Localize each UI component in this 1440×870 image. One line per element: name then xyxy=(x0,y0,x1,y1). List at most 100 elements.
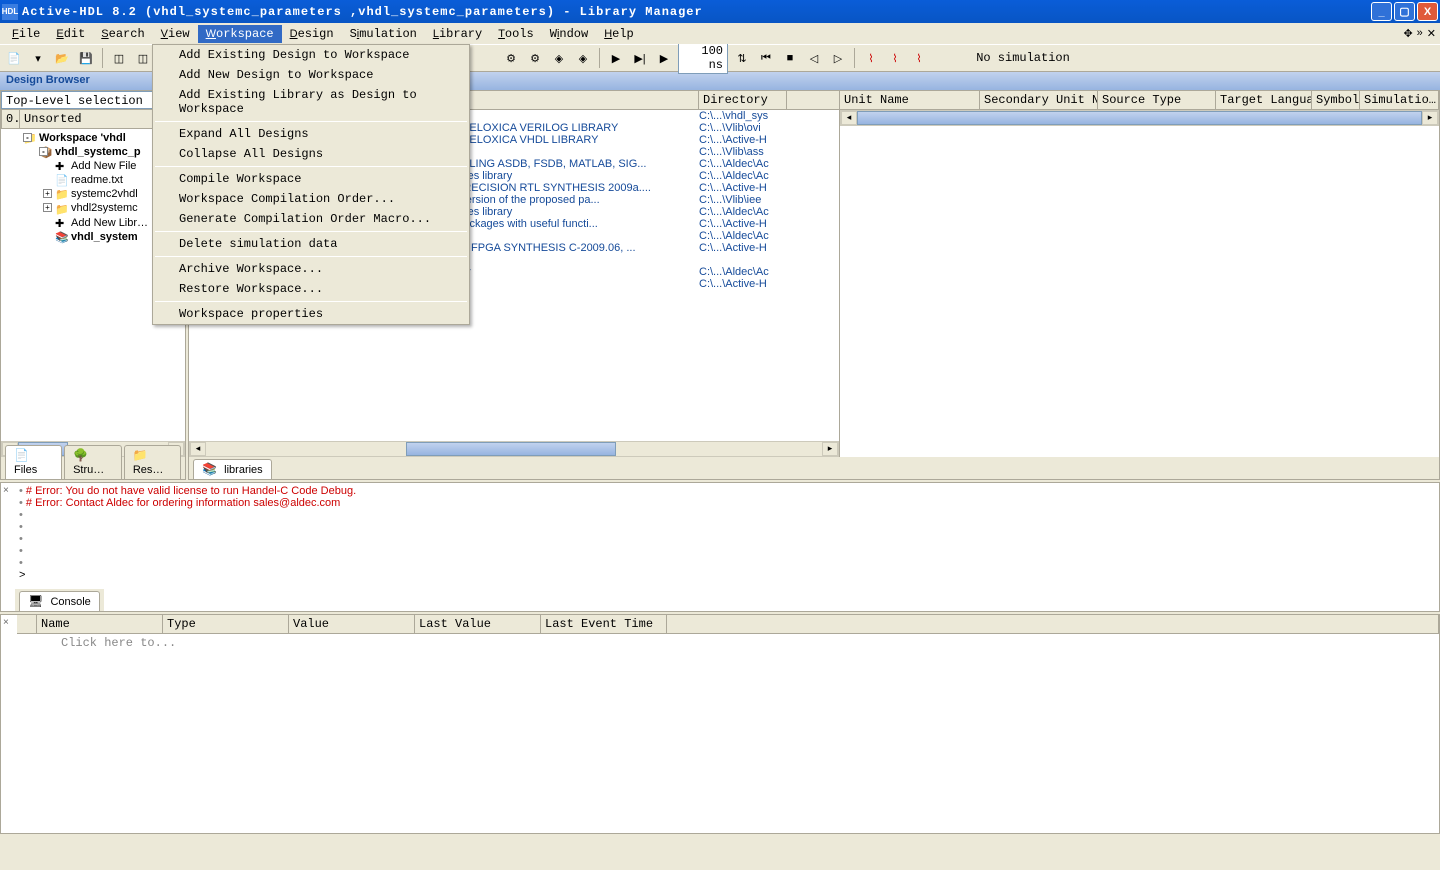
library-header-right: Unit Name Secondary Unit Name Source Typ… xyxy=(840,91,1439,110)
menu-library[interactable]: Library xyxy=(425,25,490,43)
menu-view[interactable]: View xyxy=(153,25,198,43)
dd-collapse-all[interactable]: Collapse All Designs xyxy=(153,144,469,164)
dd-restore-workspace[interactable]: Restore Workspace... xyxy=(153,279,469,299)
menu-design[interactable]: Design xyxy=(282,25,342,43)
lib-directory: C:\...\Active-H xyxy=(699,182,787,194)
col-source-type[interactable]: Source Type xyxy=(1098,91,1216,109)
col-unit-name[interactable]: Unit Name xyxy=(840,91,980,109)
scroll-thumb[interactable] xyxy=(857,111,1422,125)
hierarchy-icon[interactable]: ◈ xyxy=(549,48,569,68)
watch-col-blank[interactable] xyxy=(17,615,37,633)
copy-icon[interactable]: ◫ xyxy=(109,48,129,68)
hierarchy2-icon[interactable]: ◈ xyxy=(573,48,593,68)
menu-help[interactable]: Help xyxy=(596,25,642,43)
step-forward-icon[interactable]: ▷ xyxy=(828,48,848,68)
sort-index[interactable]: 0. xyxy=(2,110,20,128)
console-panel: Console × • # Error: You do not have val… xyxy=(0,482,1440,612)
open-icon[interactable]: 📂 xyxy=(52,48,72,68)
restart-icon[interactable]: ⏮ xyxy=(756,48,776,68)
watch-col-value[interactable]: Value xyxy=(289,615,415,633)
tab-files[interactable]: 📄 Files xyxy=(5,445,62,479)
dd-expand-all[interactable]: Expand All Designs xyxy=(153,124,469,144)
lib-h-scrollbar[interactable]: ◂ ▸ xyxy=(189,441,839,457)
scroll-left-icon[interactable]: ◂ xyxy=(190,442,206,456)
expand-icon[interactable]: - xyxy=(39,147,48,156)
maximize-button[interactable]: ▢ xyxy=(1394,2,1415,21)
tab-console[interactable]: 🖥 Console xyxy=(19,591,100,611)
wave-icon[interactable]: ⌇ xyxy=(861,48,881,68)
wave2-icon[interactable]: ⌇ xyxy=(885,48,905,68)
col-target-lang[interactable]: Target Language xyxy=(1216,91,1312,109)
compile-icon[interactable]: ⚙ xyxy=(501,48,521,68)
menu-window[interactable]: Window xyxy=(542,25,596,43)
time-input[interactable]: 100 ns xyxy=(678,42,728,74)
col-directory[interactable]: Directory xyxy=(699,91,787,109)
close-button[interactable]: X xyxy=(1417,2,1438,21)
scroll-left-icon[interactable]: ◂ xyxy=(841,111,857,125)
expand-icon[interactable]: - xyxy=(23,133,32,142)
col-secondary-unit[interactable]: Secondary Unit Name xyxy=(980,91,1098,109)
window-title: Active-HDL 8.2 (vhdl_systemc_parameters … xyxy=(22,5,1371,19)
watch-col-last-event[interactable]: Last Event Time xyxy=(541,615,667,633)
dd-compilation-order[interactable]: Workspace Compilation Order... xyxy=(153,189,469,209)
lib-directory: C:\...\vhdl_sys xyxy=(699,110,787,122)
step-back-icon[interactable]: ◁ xyxy=(804,48,824,68)
chevron-down-icon[interactable]: ▾ xyxy=(28,48,48,68)
scroll-track[interactable] xyxy=(616,442,822,456)
dd-add-existing-design[interactable]: Add Existing Design to Workspace xyxy=(153,45,469,65)
console-line: # Error: Contact Aldec for ordering info… xyxy=(26,497,340,509)
menu-simulation[interactable]: Simulation xyxy=(342,25,425,43)
mdi-close-icon[interactable]: ✕ xyxy=(1427,27,1436,40)
paste-icon[interactable]: ◫ xyxy=(133,48,153,68)
scroll-track[interactable] xyxy=(206,442,406,456)
menu-edit[interactable]: Edit xyxy=(48,25,93,43)
txt-icon: 📄 xyxy=(55,174,69,186)
dd-add-new-design[interactable]: Add New Design to Workspace xyxy=(153,65,469,85)
dd-generate-order-macro[interactable]: Generate Compilation Order Macro... xyxy=(153,209,469,229)
expand-icon[interactable]: + xyxy=(43,189,52,198)
wave3-icon[interactable]: ⌇ xyxy=(909,48,929,68)
lib-icon: 📚 xyxy=(55,231,69,243)
console-close-icon[interactable]: × xyxy=(3,485,9,496)
run-icon[interactable]: ▶ xyxy=(606,48,626,68)
watch-close-icon[interactable]: × xyxy=(3,617,9,628)
dd-add-existing-library[interactable]: Add Existing Library as Design to Worksp… xyxy=(153,85,469,119)
scroll-right-icon[interactable]: ▸ xyxy=(1422,111,1438,125)
tab-libraries[interactable]: 📚 libraries xyxy=(193,459,272,479)
lib-directory: C:\...\Aldec\Ac xyxy=(699,266,787,278)
watch-placeholder[interactable]: Click here to... xyxy=(1,634,1439,652)
watch-col-type[interactable]: Type xyxy=(163,615,289,633)
dd-compile-workspace[interactable]: Compile Workspace xyxy=(153,169,469,189)
tree-item-label: readme.txt xyxy=(71,174,123,186)
unit-h-scrollbar[interactable]: ◂ ▸ xyxy=(840,110,1439,126)
dd-archive-workspace[interactable]: Archive Workspace... xyxy=(153,259,469,279)
tab-resources[interactable]: 📁Res… xyxy=(124,445,181,479)
col-symbol[interactable]: Symbol xyxy=(1312,91,1360,109)
dd-delete-sim-data[interactable]: Delete simulation data xyxy=(153,234,469,254)
expand-icon[interactable]: + xyxy=(43,203,52,212)
dd-workspace-properties[interactable]: Workspace properties xyxy=(153,304,469,324)
watch-col-name[interactable]: Name xyxy=(37,615,163,633)
mdi-forward-icon[interactable]: » xyxy=(1417,27,1423,40)
scroll-right-icon[interactable]: ▸ xyxy=(822,442,838,456)
run-for-icon[interactable]: ▶ xyxy=(654,48,674,68)
mdi-move-icon[interactable]: ✥ xyxy=(1403,27,1412,40)
watch-col-last-value[interactable]: Last Value xyxy=(415,615,541,633)
compile-all-icon[interactable]: ⚙ xyxy=(525,48,545,68)
save-icon[interactable]: 💾 xyxy=(76,48,96,68)
run-to-icon[interactable]: ▶| xyxy=(630,48,650,68)
col-simulation[interactable]: Simulatio… xyxy=(1360,91,1439,109)
menu-search[interactable]: Search xyxy=(93,25,152,43)
time-stepper-icon[interactable]: ⇅ xyxy=(732,48,752,68)
stop-icon[interactable]: ■ xyxy=(780,48,800,68)
scroll-thumb[interactable] xyxy=(406,442,616,456)
console-prompt[interactable]: > xyxy=(19,569,1433,581)
console-output[interactable]: • # Error: You do not have valid license… xyxy=(1,483,1439,583)
new-icon[interactable]: 📄 xyxy=(4,48,24,68)
menu-workspace[interactable]: Workspace xyxy=(198,25,282,43)
menu-file[interactable]: File xyxy=(4,25,48,43)
minimize-button[interactable]: _ xyxy=(1371,2,1392,21)
tree-item-label: vhdl_systemc_p xyxy=(55,146,141,158)
tab-structure[interactable]: 🌳Stru… xyxy=(64,445,122,479)
menu-tools[interactable]: Tools xyxy=(490,25,542,43)
